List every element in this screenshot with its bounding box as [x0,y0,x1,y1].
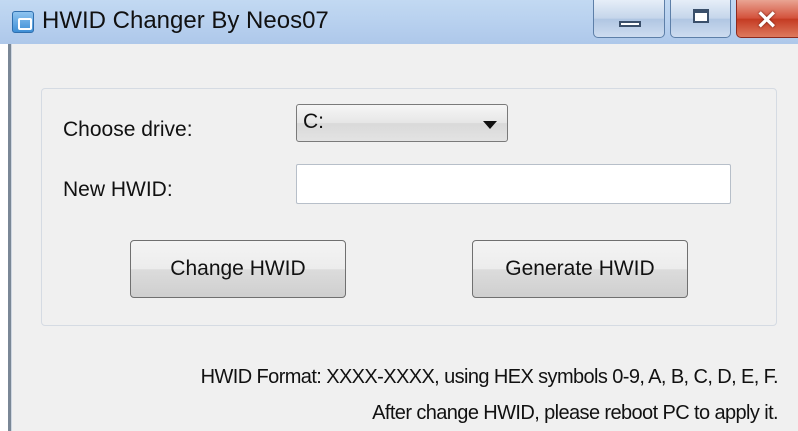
close-button[interactable]: × [736,0,798,38]
window-title: HWID Changer By Neos07 [42,7,329,34]
maximize-button[interactable] [670,0,731,38]
choose-drive-label: Choose drive: [63,118,193,141]
client-area: Choose drive: C: New HWID: Change HWID G… [0,44,798,431]
title-bar[interactable]: HWID Changer By Neos07 × [0,0,798,44]
new-hwid-label: New HWID: [63,178,173,201]
reboot-info: After change HWID, please reboot PC to a… [372,402,778,424]
maximize-icon [693,9,709,23]
app-window: HWID Changer By Neos07 × Choose drive: C… [0,0,798,431]
new-hwid-input[interactable] [296,164,731,204]
drive-select-value: C: [303,110,324,133]
hwid-format-info: HWID Format: XXXX-XXXX, using HEX symbol… [200,366,779,388]
generate-hwid-button[interactable]: Generate HWID [472,240,688,298]
drive-select[interactable]: C: [296,104,508,142]
minimize-icon [619,21,641,27]
window-frame-left [0,44,12,431]
app-icon [12,11,34,33]
change-hwid-button[interactable]: Change HWID [130,240,346,298]
minimize-button[interactable] [593,0,665,38]
chevron-down-icon[interactable] [483,121,497,129]
close-icon: × [755,2,779,35]
